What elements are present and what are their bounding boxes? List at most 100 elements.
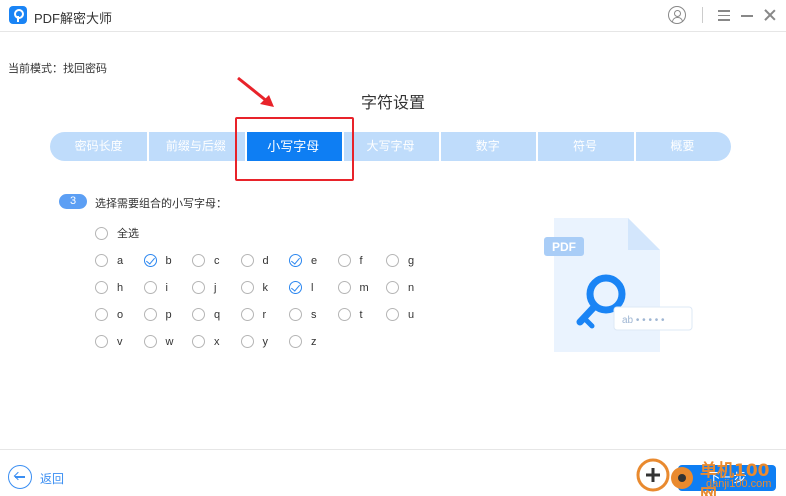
checkbox-circle[interactable] — [95, 254, 108, 267]
checkbox-label: t — [359, 308, 363, 321]
checkbox-label: g — [408, 254, 415, 267]
select-all-checkbox[interactable]: 全选 — [95, 225, 139, 241]
footer-divider — [0, 449, 786, 450]
checkbox-circle[interactable] — [337, 254, 351, 267]
checkbox-circle[interactable] — [240, 254, 254, 267]
letter-checkbox-q[interactable]: q — [192, 308, 220, 321]
checkbox-label: l — [311, 281, 314, 294]
letter-checkbox-r[interactable]: r — [240, 308, 267, 321]
checkbox-label: u — [408, 308, 415, 321]
checkbox-label: e — [311, 254, 318, 267]
watermark-text: 单机100网 — [700, 461, 770, 496]
letter-checkbox-z[interactable]: z — [289, 335, 317, 348]
checkbox-label: n — [408, 281, 415, 294]
checkbox-circle[interactable] — [95, 335, 108, 348]
tab-prefix-suffix[interactable]: 前缀与后缀 — [147, 132, 244, 161]
checkbox-circle[interactable] — [386, 254, 399, 267]
checkbox-label: f — [359, 254, 363, 267]
back-arrow-icon[interactable] — [8, 465, 32, 489]
letter-checkbox-k[interactable]: k — [240, 281, 268, 294]
checkbox-label: c — [214, 254, 220, 267]
checkbox-circle[interactable] — [240, 308, 254, 321]
checkbox-circle[interactable] — [192, 254, 205, 267]
checkbox-label: d — [262, 254, 269, 267]
checkbox-label: s — [311, 308, 317, 321]
checkbox-circle[interactable] — [143, 335, 157, 348]
letter-checkbox-b[interactable]: b — [143, 254, 172, 267]
checkbox-circle[interactable] — [192, 335, 205, 348]
checkbox-circle[interactable] — [337, 281, 351, 294]
checkbox-label: h — [117, 281, 124, 294]
letter-checkbox-j[interactable]: j — [192, 281, 216, 294]
checkbox-label: x — [214, 335, 220, 348]
letter-checkbox-u[interactable]: u — [386, 308, 414, 321]
checkbox-circle[interactable] — [143, 308, 157, 321]
checkbox-label: j — [214, 281, 217, 294]
letter-checkbox-v[interactable]: v — [95, 335, 123, 348]
step-tabs: 密码长度 前缀与后缀 小写字母 大写字母 数字 符号 概要 — [50, 132, 731, 161]
checkbox-circle[interactable] — [95, 226, 108, 240]
checkbox-circle[interactable] — [95, 308, 108, 321]
checkbox-circle[interactable] — [240, 335, 254, 348]
letter-checkbox-h[interactable]: h — [95, 281, 123, 294]
letter-checkbox-y[interactable]: y — [240, 335, 269, 348]
letter-checkbox-a[interactable]: a — [95, 254, 123, 267]
close-icon[interactable] — [762, 7, 778, 23]
checkbox-circle[interactable] — [143, 254, 157, 267]
letter-checkbox-g[interactable]: g — [386, 254, 414, 267]
titlebar-divider — [702, 7, 703, 23]
checkbox-label: b — [165, 254, 172, 267]
user-icon[interactable] — [668, 6, 686, 24]
checkbox-circle[interactable] — [289, 335, 302, 348]
checkbox-circle[interactable] — [95, 281, 108, 294]
letter-checkbox-i[interactable]: i — [143, 281, 168, 294]
red-highlight-box — [235, 117, 354, 181]
checkbox-circle[interactable] — [386, 281, 399, 294]
checkbox-circle[interactable] — [240, 281, 254, 294]
checkbox-circle[interactable] — [289, 308, 302, 321]
minimize-icon[interactable] — [741, 15, 753, 17]
checkbox-label: z — [311, 335, 317, 348]
letter-checkbox-c[interactable]: c — [192, 254, 220, 267]
back-button[interactable]: 返回 — [40, 470, 64, 487]
watermark-url: danji100.com — [706, 478, 772, 490]
password-mask-text: ab • • • • • — [622, 315, 665, 326]
checkbox-label: 全选 — [117, 228, 139, 240]
letter-checkbox-e[interactable]: e — [289, 254, 317, 267]
checkbox-circle[interactable] — [337, 308, 351, 321]
checkbox-circle[interactable] — [289, 281, 302, 294]
checkbox-label: r — [262, 308, 267, 321]
tab-digits[interactable]: 数字 — [439, 132, 536, 161]
letter-checkbox-f[interactable]: f — [337, 254, 363, 267]
checkbox-label: o — [117, 308, 124, 321]
checkbox-circle[interactable] — [143, 281, 157, 294]
letter-checkbox-p[interactable]: p — [143, 308, 172, 321]
tab-password-length[interactable]: 密码长度 — [50, 132, 147, 161]
checkbox-circle[interactable] — [192, 281, 205, 294]
letter-checkbox-l[interactable]: l — [289, 281, 313, 294]
tab-uppercase[interactable]: 大写字母 — [341, 132, 439, 161]
pdf-key-illustration: PDF ab • • • • • — [544, 218, 693, 352]
letter-checkbox-s[interactable]: s — [289, 308, 317, 321]
letter-checkbox-x[interactable]: x — [192, 335, 220, 348]
checkbox-circle[interactable] — [386, 308, 399, 321]
checkbox-label: i — [165, 281, 168, 294]
letter-checkbox-m[interactable]: m — [337, 281, 369, 294]
letter-checkbox-d[interactable]: d — [240, 254, 269, 267]
step-number-badge: 3 — [59, 194, 87, 209]
letter-checkbox-o[interactable]: o — [95, 308, 123, 321]
tab-symbols[interactable]: 符号 — [536, 132, 633, 161]
pdf-badge: PDF — [552, 240, 576, 254]
checkbox-label: y — [262, 335, 269, 348]
letter-checkbox-t[interactable]: t — [337, 308, 363, 321]
checkbox-circle[interactable] — [192, 308, 205, 321]
checkbox-label: w — [165, 335, 174, 348]
menu-icon[interactable] — [718, 10, 730, 21]
question-text: 选择需要组合的小写字母： — [95, 198, 227, 210]
tab-summary[interactable]: 概要 — [633, 132, 731, 161]
checkbox-circle[interactable] — [289, 254, 302, 267]
checkbox-label: m — [359, 281, 369, 294]
letter-checkbox-n[interactable]: n — [386, 281, 414, 294]
letter-checkbox-w[interactable]: w — [143, 335, 174, 348]
app-title: PDF解密大师 — [34, 11, 113, 26]
